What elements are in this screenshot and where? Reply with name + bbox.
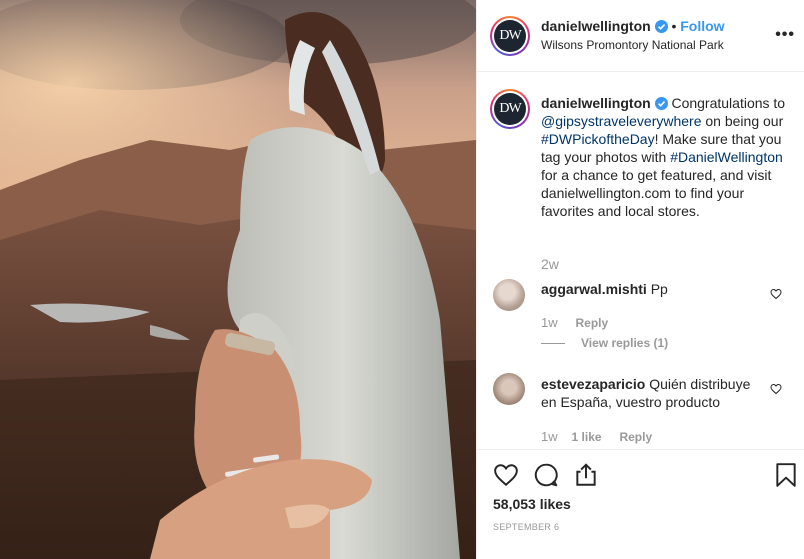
share-icon[interactable] <box>573 462 599 488</box>
heart-icon[interactable] <box>493 462 519 488</box>
heart-icon[interactable] <box>770 383 782 395</box>
header-title-row: danielwellington • Follow <box>541 18 725 34</box>
caption-body: on being our <box>701 113 784 129</box>
photo-illustration <box>0 0 476 559</box>
comment-icon[interactable] <box>533 462 559 488</box>
comment-body: Pp <box>650 281 668 297</box>
post-photo[interactable] <box>0 0 476 559</box>
header-username[interactable]: danielwellington <box>541 18 651 34</box>
comment-username[interactable]: aggarwal.mishti <box>541 281 647 297</box>
dw-logo: DW <box>494 20 526 52</box>
verified-badge-icon <box>654 20 668 33</box>
commenter-avatar[interactable] <box>493 279 525 311</box>
comment-username[interactable]: estevezaparicio <box>541 376 645 392</box>
location-link[interactable]: Wilsons Promontory National Park <box>541 38 724 52</box>
post-panel: DW danielwellington • Follow Wilsons Pro… <box>476 0 804 559</box>
follow-button[interactable]: Follow <box>680 18 724 34</box>
caption-age[interactable]: 2w <box>541 256 559 272</box>
heart-icon[interactable] <box>770 288 782 300</box>
hashtag-link[interactable]: #DWPickoftheDay <box>541 131 655 147</box>
comment-likes[interactable]: 1 like <box>572 430 602 444</box>
comment-meta: 1w 1 like Reply <box>541 428 652 444</box>
caption-body: for a chance to get featured, and visit … <box>541 167 772 219</box>
comment-text: estevezaparicio Quién distribuye en Espa… <box>541 375 766 411</box>
reply-button[interactable]: Reply <box>576 316 609 330</box>
comment-meta: 1w Reply <box>541 314 608 330</box>
more-options-icon[interactable]: ••• <box>775 26 795 44</box>
action-bar: 58,053 likes SEPTEMBER 6 <box>477 449 804 559</box>
verified-badge-icon <box>654 97 668 110</box>
replies-divider <box>541 343 565 344</box>
hashtag-link[interactable]: #DanielWellington <box>670 149 783 165</box>
mention-link[interactable]: @gipsystraveleverywhere <box>541 113 702 129</box>
comment-age[interactable]: 1w <box>541 429 558 444</box>
likes-count[interactable]: 58,053 likes <box>493 496 571 512</box>
caption-body: Congratulations to <box>671 95 786 111</box>
dw-logo: DW <box>494 93 526 125</box>
caption-text: danielwellington Congratulations to @gip… <box>541 94 793 220</box>
post-date[interactable]: SEPTEMBER 6 <box>493 522 559 532</box>
comment-text: aggarwal.mishti Pp <box>541 280 771 298</box>
post-header: DW danielwellington • Follow Wilsons Pro… <box>477 0 804 72</box>
view-replies-button[interactable]: View replies (1) <box>581 336 668 350</box>
dot-separator: • <box>671 18 677 34</box>
reply-button[interactable]: Reply <box>619 430 652 444</box>
bookmark-icon[interactable] <box>773 462 799 488</box>
caption-avatar[interactable]: DW <box>490 89 530 129</box>
profile-avatar[interactable]: DW <box>490 16 530 56</box>
caption-username[interactable]: danielwellington <box>541 95 651 111</box>
comment-age[interactable]: 1w <box>541 315 558 330</box>
commenter-avatar[interactable] <box>493 373 525 405</box>
